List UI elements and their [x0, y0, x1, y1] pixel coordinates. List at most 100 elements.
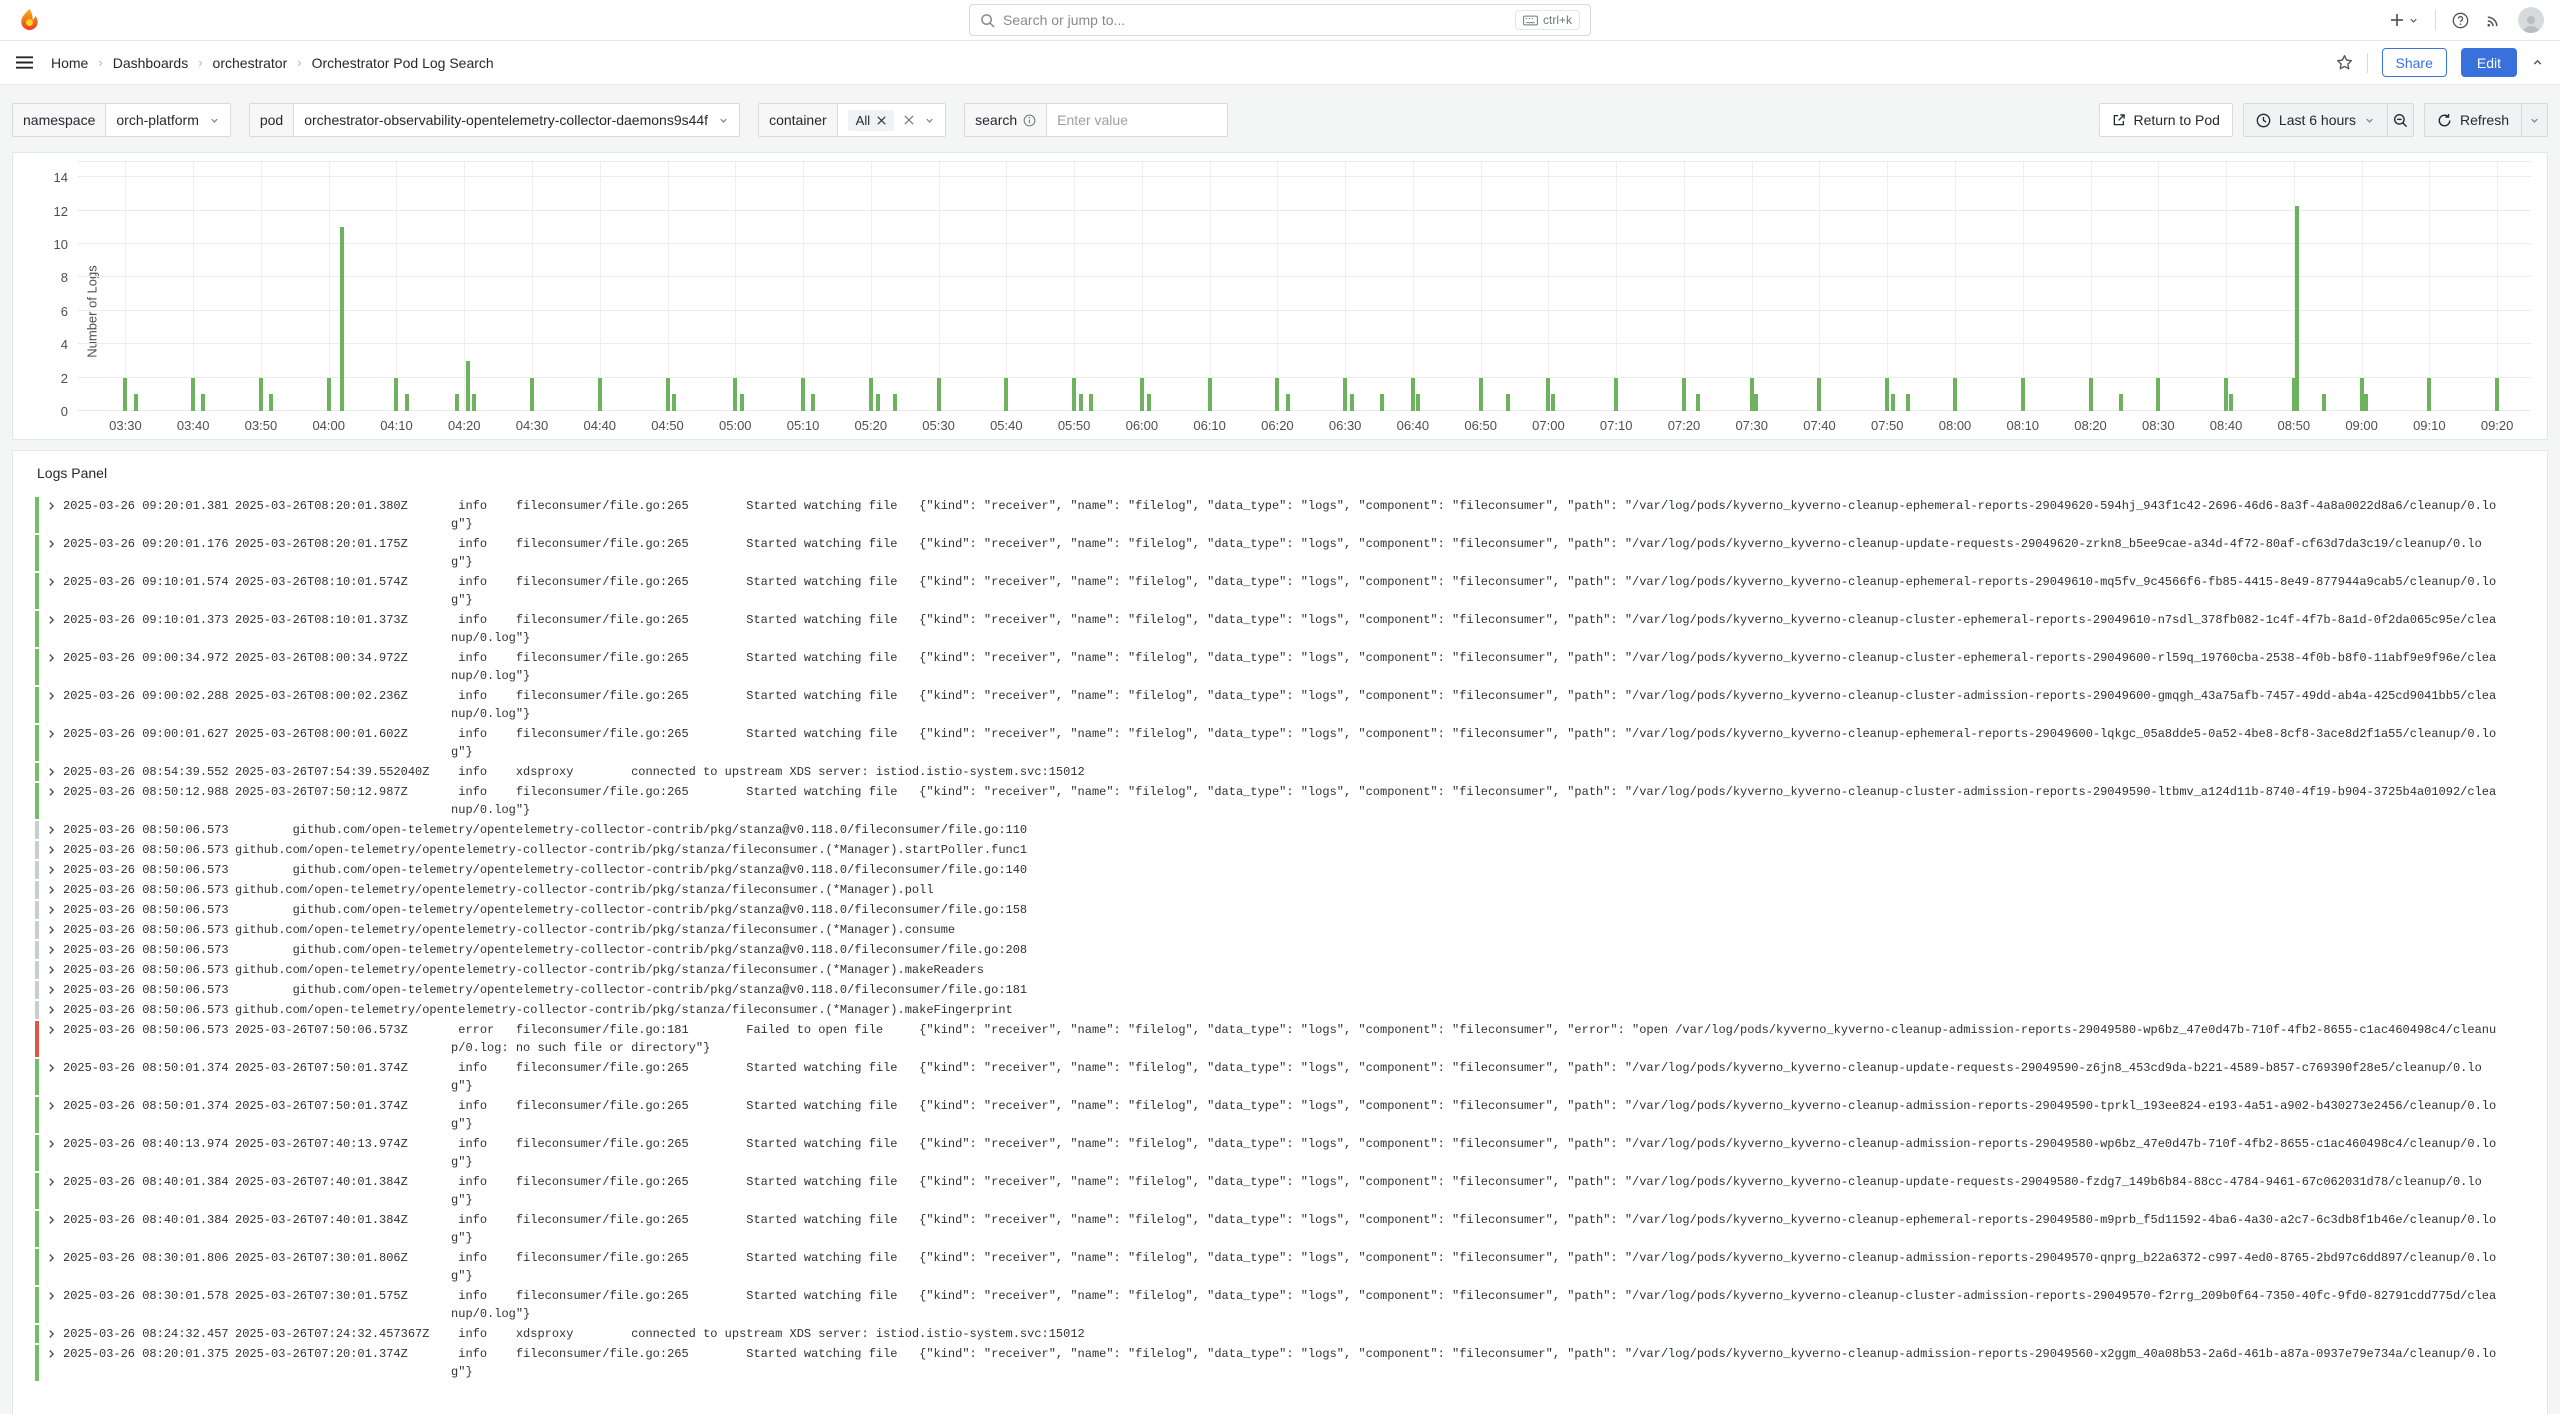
- log-row[interactable]: 2025-03-26 09:00:34.9722025-03-26T08:00:…: [35, 649, 2533, 685]
- expand-row-icon[interactable]: [39, 687, 63, 705]
- log-volume-bar[interactable]: [893, 394, 897, 411]
- search-filter-input[interactable]: [1057, 112, 1217, 128]
- log-row[interactable]: 2025-03-26 09:00:02.2882025-03-26T08:00:…: [35, 687, 2533, 723]
- user-avatar[interactable]: [2518, 7, 2544, 33]
- log-volume-bar[interactable]: [2089, 378, 2093, 411]
- log-row[interactable]: 2025-03-26 08:50:01.3742025-03-26T07:50:…: [35, 1059, 2533, 1095]
- expand-row-icon[interactable]: [39, 1021, 63, 1039]
- expand-row-icon[interactable]: [39, 649, 63, 667]
- expand-row-icon[interactable]: [39, 1059, 63, 1077]
- expand-row-icon[interactable]: [39, 1287, 63, 1305]
- log-volume-bar[interactable]: [1286, 394, 1290, 411]
- log-volume-bar[interactable]: [1614, 378, 1618, 411]
- new-menu-button[interactable]: [2389, 12, 2419, 28]
- refresh-button[interactable]: Refresh: [2424, 103, 2522, 137]
- log-volume-bar[interactable]: [1750, 378, 1754, 411]
- log-row[interactable]: 2025-03-26 08:50:06.573github.com/open-t…: [35, 881, 2533, 899]
- log-row[interactable]: 2025-03-26 08:50:06.5732025-03-26T07:50:…: [35, 1021, 2533, 1057]
- log-volume-bar[interactable]: [876, 394, 880, 411]
- expand-row-icon[interactable]: [39, 535, 63, 553]
- expand-row-icon[interactable]: [39, 1249, 63, 1267]
- menu-toggle-button[interactable]: [16, 55, 33, 70]
- log-row[interactable]: 2025-03-26 09:10:01.3732025-03-26T08:10:…: [35, 611, 2533, 647]
- refresh-interval-button[interactable]: [2522, 103, 2548, 137]
- container-value-chip[interactable]: All: [848, 110, 894, 131]
- expand-row-icon[interactable]: [39, 611, 63, 629]
- expand-row-icon[interactable]: [39, 1325, 63, 1343]
- log-volume-bar[interactable]: [2224, 378, 2228, 411]
- favorite-star-button[interactable]: [2336, 54, 2353, 71]
- expand-row-icon[interactable]: [39, 921, 63, 939]
- log-volume-bar[interactable]: [472, 394, 476, 411]
- chart-plot[interactable]: Number of Logs 0246810121403:3003:4003:5…: [78, 161, 2531, 411]
- log-row[interactable]: 2025-03-26 09:20:01.3812025-03-26T08:20:…: [35, 497, 2533, 533]
- log-volume-bar[interactable]: [1411, 378, 1415, 411]
- breadcrumb-folder[interactable]: orchestrator: [213, 55, 288, 71]
- log-volume-bar[interactable]: [340, 227, 344, 411]
- expand-row-icon[interactable]: [39, 841, 63, 859]
- log-row[interactable]: 2025-03-26 09:20:01.1762025-03-26T08:20:…: [35, 535, 2533, 571]
- pod-select[interactable]: orchestrator-observability-opentelemetry…: [293, 103, 740, 137]
- log-row[interactable]: 2025-03-26 08:50:06.573 github.com/open-…: [35, 901, 2533, 919]
- log-volume-bar[interactable]: [733, 378, 737, 411]
- log-row[interactable]: 2025-03-26 08:50:06.573 github.com/open-…: [35, 821, 2533, 839]
- log-volume-bar[interactable]: [1416, 394, 1420, 411]
- log-volume-bar[interactable]: [1275, 378, 1279, 411]
- log-volume-bar[interactable]: [2322, 394, 2326, 411]
- expand-row-icon[interactable]: [39, 1097, 63, 1115]
- log-volume-bar[interactable]: [2360, 378, 2364, 411]
- log-volume-bar[interactable]: [2156, 378, 2160, 411]
- log-row[interactable]: 2025-03-26 08:50:12.9882025-03-26T07:50:…: [35, 783, 2533, 819]
- edit-button[interactable]: Edit: [2461, 48, 2517, 77]
- log-volume-bar[interactable]: [1696, 394, 1700, 411]
- log-volume-bar[interactable]: [1817, 378, 1821, 411]
- log-volume-bar[interactable]: [1380, 394, 1384, 411]
- log-volume-bar[interactable]: [466, 361, 470, 411]
- log-row[interactable]: 2025-03-26 09:00:01.6272025-03-26T08:00:…: [35, 725, 2533, 761]
- log-volume-bar[interactable]: [801, 378, 805, 411]
- expand-row-icon[interactable]: [39, 1211, 63, 1229]
- log-volume-bar[interactable]: [123, 378, 127, 411]
- news-button[interactable]: [2485, 12, 2502, 29]
- log-volume-bar[interactable]: [740, 394, 744, 411]
- log-volume-bar[interactable]: [2427, 378, 2431, 411]
- log-volume-bar[interactable]: [1506, 394, 1510, 411]
- log-row[interactable]: 2025-03-26 08:50:06.573github.com/open-t…: [35, 961, 2533, 979]
- breadcrumb-dashboards[interactable]: Dashboards: [113, 55, 189, 71]
- log-volume-bar[interactable]: [869, 378, 873, 411]
- expand-row-icon[interactable]: [39, 981, 63, 999]
- log-volume-bar[interactable]: [2295, 206, 2299, 411]
- log-volume-bar[interactable]: [1682, 378, 1686, 411]
- expand-row-icon[interactable]: [39, 961, 63, 979]
- log-row[interactable]: 2025-03-26 08:50:06.573github.com/open-t…: [35, 1001, 2533, 1019]
- log-volume-bar[interactable]: [598, 378, 602, 411]
- log-volume-bar[interactable]: [1551, 394, 1555, 411]
- log-volume-bar[interactable]: [1004, 378, 1008, 411]
- share-button[interactable]: Share: [2382, 48, 2447, 77]
- log-volume-bar[interactable]: [1079, 394, 1083, 411]
- expand-row-icon[interactable]: [39, 941, 63, 959]
- log-row[interactable]: 2025-03-26 08:40:01.3842025-03-26T07:40:…: [35, 1211, 2533, 1247]
- grafana-logo[interactable]: [16, 7, 43, 34]
- log-row[interactable]: 2025-03-26 08:30:01.8062025-03-26T07:30:…: [35, 1249, 2533, 1285]
- expand-row-icon[interactable]: [39, 725, 63, 743]
- expand-row-icon[interactable]: [39, 1135, 63, 1153]
- log-volume-bar[interactable]: [1140, 378, 1144, 411]
- log-volume-bar[interactable]: [1906, 394, 1910, 411]
- log-volume-bar[interactable]: [2229, 394, 2233, 411]
- time-range-button[interactable]: Last 6 hours: [2243, 103, 2388, 137]
- log-volume-bar[interactable]: [405, 394, 409, 411]
- search-filter-input-box[interactable]: [1046, 103, 1228, 137]
- log-row[interactable]: 2025-03-26 09:10:01.5742025-03-26T08:10:…: [35, 573, 2533, 609]
- log-volume-bar[interactable]: [1885, 378, 1889, 411]
- expand-row-icon[interactable]: [39, 783, 63, 801]
- log-volume-bar[interactable]: [134, 394, 138, 411]
- log-volume-bar[interactable]: [327, 378, 331, 411]
- collapse-toolbar-button[interactable]: [2531, 56, 2544, 69]
- log-row[interactable]: 2025-03-26 08:50:06.573 github.com/open-…: [35, 981, 2533, 999]
- log-row[interactable]: 2025-03-26 08:50:06.573github.com/open-t…: [35, 921, 2533, 939]
- log-row[interactable]: 2025-03-26 08:20:01.3752025-03-26T07:20:…: [35, 1345, 2533, 1381]
- return-to-pod-button[interactable]: Return to Pod: [2099, 103, 2233, 137]
- log-volume-bar[interactable]: [1546, 378, 1550, 411]
- expand-row-icon[interactable]: [39, 1001, 63, 1019]
